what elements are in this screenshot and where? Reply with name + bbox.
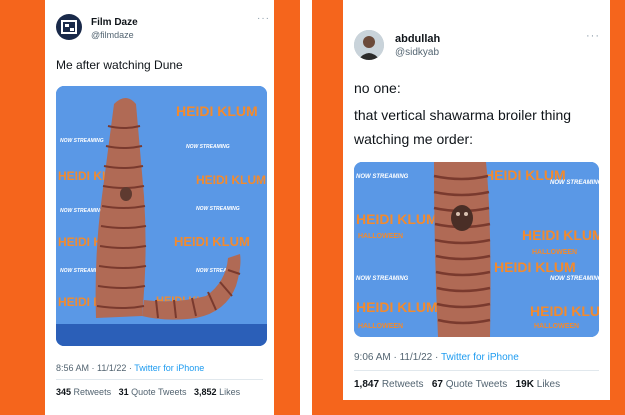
film-daze-logo-icon — [61, 20, 77, 34]
svg-text:HEIDI KLUM: HEIDI KLUM — [530, 303, 599, 319]
svg-text:HEIDI KLUM: HEIDI KLUM — [522, 227, 599, 243]
retweets-count[interactable]: 1,847 Retweets — [354, 379, 424, 390]
ellipsis-icon[interactable]: ··· — [257, 13, 270, 24]
tweet-text-line-3: watching me order: — [354, 131, 474, 147]
divider — [354, 370, 599, 371]
svg-text:HALLOWEEN: HALLOWEEN — [358, 323, 403, 330]
divider — [56, 379, 263, 380]
quote-tweets-count[interactable]: 67 Quote Tweets — [432, 379, 507, 390]
user-handle[interactable]: @filmdaze — [91, 30, 134, 40]
tweet-card-filmdaze: Film Daze @filmdaze ··· Me after watchin… — [45, 0, 274, 415]
svg-text:HALLOWEEN: HALLOWEEN — [532, 249, 577, 256]
white-divider-stripe — [300, 0, 312, 415]
ellipsis-icon[interactable]: ··· — [586, 30, 600, 42]
likes-count[interactable]: 19K Likes — [516, 379, 561, 390]
engagement-stats: 1,847 Retweets 67 Quote Tweets 19K Likes — [354, 379, 560, 390]
person-avatar-icon — [354, 30, 384, 60]
svg-text:NOW STREAMING: NOW STREAMING — [60, 208, 104, 214]
svg-text:HEIDI KLUM: HEIDI KLUM — [356, 299, 438, 315]
svg-text:NOW STREAMING: NOW STREAMING — [186, 144, 230, 150]
source-link[interactable]: Twitter for iPhone — [441, 352, 519, 363]
tweet-timestamp[interactable]: 8:56 AM · 11/1/22 · Twitter for iPhone — [56, 363, 204, 373]
engagement-stats: 345 Retweets 31 Quote Tweets 3,852 Likes — [56, 387, 240, 397]
svg-text:NOW STREAMING: NOW STREAMING — [356, 276, 409, 282]
tweet-card-abdullah: abdullah @sidkyab ··· no one: that verti… — [343, 0, 610, 400]
tweet-text: Me after watching Dune — [56, 58, 183, 72]
tweet-text-line-2: that vertical shawarma broiler thing — [354, 107, 572, 123]
avatar[interactable] — [56, 14, 82, 40]
display-name[interactable]: abdullah — [395, 33, 440, 45]
worm-costume-photo: HEIDI KLUM HEIDI KLUM HEIDI KLUM HEIDI K… — [56, 86, 267, 346]
svg-text:HEIDI KLUM: HEIDI KLUM — [176, 103, 258, 119]
svg-text:NOW STREAMING: NOW STREAMING — [60, 138, 104, 144]
source-link[interactable]: Twitter for iPhone — [134, 363, 204, 373]
svg-text:HEIDI KLUM: HEIDI KLUM — [196, 173, 266, 187]
retweets-count[interactable]: 345 Retweets — [56, 387, 111, 397]
tweet-text-line-1: no one: — [354, 80, 401, 96]
svg-text:NOW STREAMING: NOW STREAMING — [196, 206, 240, 212]
avatar[interactable] — [354, 30, 384, 60]
svg-text:HEIDI KLUM: HEIDI KLUM — [494, 259, 576, 275]
svg-text:HALLOWEEN: HALLOWEEN — [534, 323, 579, 330]
tweet-photo[interactable]: HEIDI KLUM HEIDI KLUM HEIDI KLUM HEIDI K… — [56, 86, 267, 346]
svg-text:NOW STREAMING: NOW STREAMING — [356, 174, 409, 180]
svg-text:HEIDI KLUM: HEIDI KLUM — [174, 234, 250, 249]
user-handle[interactable]: @sidkyab — [395, 47, 439, 58]
svg-text:NOW STREAMING: NOW STREAMING — [550, 276, 599, 282]
tweet-timestamp[interactable]: 9:06 AM · 11/1/22 · Twitter for iPhone — [354, 352, 519, 363]
svg-text:HALLOWEEN: HALLOWEEN — [358, 233, 403, 240]
display-name[interactable]: Film Daze — [91, 17, 138, 28]
svg-text:HEIDI KLUM: HEIDI KLUM — [356, 211, 438, 227]
likes-count[interactable]: 3,852 Likes — [194, 387, 240, 397]
svg-text:NOW STREAMING: NOW STREAMING — [550, 180, 599, 186]
worm-costume-photo: HEIDI KLUM HEIDI KLUM HEIDI KLUM HEIDI K… — [354, 162, 599, 337]
tweet-photo[interactable]: HEIDI KLUM HEIDI KLUM HEIDI KLUM HEIDI K… — [354, 162, 599, 337]
quote-tweets-count[interactable]: 31 Quote Tweets — [119, 387, 187, 397]
